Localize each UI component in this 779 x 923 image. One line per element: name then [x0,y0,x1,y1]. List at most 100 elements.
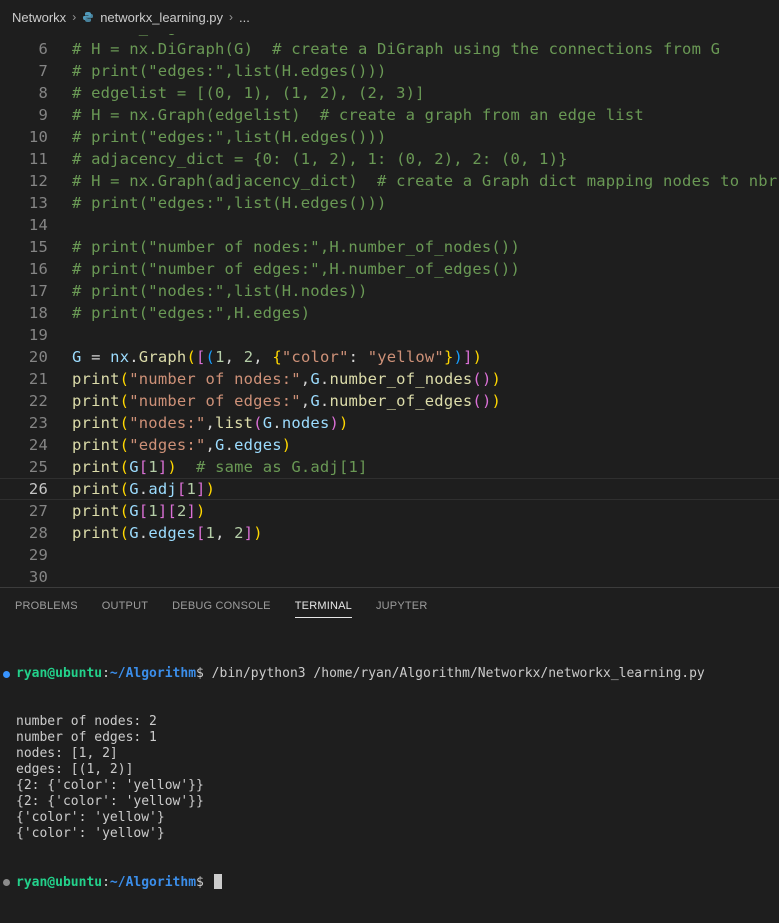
tab-problems[interactable]: PROBLEMS [15,588,78,624]
code-line[interactable]: 21 print("number of nodes:",G.number_of_n… [0,368,779,390]
code-token: # print("number of nodes:",H.number_of_n… [72,238,520,256]
code-line[interactable]: 16 # print("number of edges:",H.number_of… [0,258,779,280]
code-token: ) [339,414,349,432]
code-token: , [300,392,311,410]
code-line[interactable]: 24 print("edges:",G.edges) [0,434,779,456]
code-token: # H = nx.DiGraph(G) # create a DiGraph u… [72,40,721,58]
code-token: ] [157,502,168,520]
code-token: "color" [281,348,349,366]
line-number: 10 [28,128,48,146]
code-token: 1 [205,524,216,542]
breadcrumb-file[interactable]: networkx_learning.py [100,10,223,25]
code-token: ) [491,392,502,410]
code-line[interactable]: 8 # edgelist = [(0, 1), (1, 2), (2, 3)] [0,82,779,104]
terminal-output-line: number of edges: 1 [16,730,157,745]
code-line[interactable]: 25 print(G[1]) # same as G.adj[1] [0,456,779,478]
chevron-right-icon: › [229,10,234,24]
line-code: # H = nx.DiGraph(G) # create a DiGraph u… [72,40,720,58]
code-line[interactable]: 11 # adjacency_dict = {0: (1, 2), 1: (0, … [0,148,779,170]
code-token: 2 [243,348,254,366]
python-file-icon [83,12,94,22]
command-status-dot-icon [3,671,10,678]
code-line[interactable]: 7 # print("edges:",list(H.edges())) [0,60,779,82]
code-line[interactable]: 12 # H = nx.Graph(adjacency_dict) # creat… [0,170,779,192]
code-line[interactable]: 30 [0,566,779,587]
code-token: , [224,348,244,366]
tab-jupyter[interactable]: JUPYTER [376,588,428,624]
code-token: print [72,502,120,520]
chevron-right-icon: › [72,10,77,24]
code-token: , [205,414,216,432]
code-token: print [72,392,120,410]
line-code: print(G[1][2]) [72,502,206,520]
line-number: 26 [28,480,48,498]
terminal-output-line: {'color': 'yellow'} [16,810,165,825]
tab-output[interactable]: OUTPUT [102,588,148,624]
code-token: number_of_nodes [329,370,473,388]
prompt-separator: : [102,666,110,681]
tab-terminal[interactable]: TERMINAL [294,588,353,624]
code-token: ( [119,370,130,388]
code-token: # print("nodes:",list(H.nodes)) [72,282,368,300]
code-line[interactable]: 27 print(G[1][2]) [0,500,779,522]
prompt-separator: : [102,875,110,890]
panel-tabs: PROBLEMS OUTPUT DEBUG CONSOLE TERMINAL JUPYT… [0,588,779,624]
code-line[interactable]: 15 # print("number of nodes:",H.number_of… [0,236,779,258]
code-token: ( [119,502,130,520]
code-token: G [215,436,225,454]
code-token: print [72,458,120,476]
code-token: ( [119,392,130,410]
code-line[interactable]: 22 print("number of edges:",G.number_of_e… [0,390,779,412]
line-code: # G.add_edge(1, 2) [72,34,244,36]
code-line[interactable]: 23 print("nodes:",list(G.nodes)) [0,412,779,434]
code-line[interactable]: 14 [0,214,779,236]
line-number: 6 [38,40,48,58]
code-token: # H = nx.Graph(edgelist) # create a grap… [72,106,644,124]
code-token: { [272,348,282,366]
code-token: 1 [215,348,225,366]
line-code: # print("number of nodes:",H.number_of_n… [72,238,520,256]
code-token: # same as G.adj[1] [176,458,368,476]
code-token: # print("edges:",list(H.edges())) [72,128,387,146]
line-code: # print("edges:",list(H.edges())) [72,128,387,146]
code-token: G [310,370,320,388]
breadcrumb-folder[interactable]: Networkx [12,10,66,25]
code-line[interactable]: 28 print(G.edges[1, 2]) [0,522,779,544]
tab-debug-console[interactable]: DEBUG CONSOLE [172,588,271,624]
code-token: nodes [281,414,330,432]
line-code: print("edges:",G.edges) [72,436,291,454]
code-token: ) [453,348,464,366]
code-token: G [129,524,139,542]
code-line[interactable]: 6 # H = nx.DiGraph(G) # create a DiGraph … [0,38,779,60]
code-token: print [72,414,120,432]
code-token: , [215,524,235,542]
terminal[interactable]: ryan@ubuntu:~/Algorithm$ /bin/python3 /h… [0,624,779,923]
line-number: 12 [28,172,48,190]
code-token: # print("edges:",list(H.edges())) [72,62,387,80]
code-line[interactable]: 20 G = nx.Graph([(1, 2, {"color": "yellow… [0,346,779,368]
code-line[interactable]: 29 [0,544,779,566]
code-token: ( [205,348,216,366]
code-token: G [129,458,139,476]
code-token: # print("number of edges:",H.number_of_e… [72,260,520,278]
prompt-dollar: $ [196,666,212,681]
code-line[interactable]: 18 # print("edges:",H.edges) [0,302,779,324]
line-code: print(G[1]) # same as G.adj[1] [72,458,368,476]
breadcrumb: Networkx › networkx_learning.py › ... [0,0,779,34]
code-line[interactable]: 9 # H = nx.Graph(edgelist) # create a gra… [0,104,779,126]
line-number: 14 [28,216,48,234]
code-token: "edges:" [129,436,206,454]
code-line[interactable]: 10 # print("edges:",list(H.edges())) [0,126,779,148]
code-line[interactable]: 17 # print("nodes:",list(H.nodes)) [0,280,779,302]
line-code: G = nx.Graph([(1, 2, {"color": "yellow"}… [72,348,482,366]
code-token: ) [253,524,263,542]
code-editor[interactable]: 5# G.add_edge(1, 2)6# H = nx.DiGraph(G) … [0,34,779,587]
code-line[interactable]: 13 # print("edges:",list(H.edges())) [0,192,779,214]
code-token: ) [329,414,340,432]
terminal-command-line: ryan@ubuntu:~/Algorithm$ /bin/python3 /h… [3,666,779,682]
code-token: ] [157,458,168,476]
code-line[interactable]: 19 [0,324,779,346]
code-line[interactable]: 26 print(G.adj[1]) [0,478,779,500]
terminal-cursor [213,874,222,889]
breadcrumb-more[interactable]: ... [239,10,250,25]
